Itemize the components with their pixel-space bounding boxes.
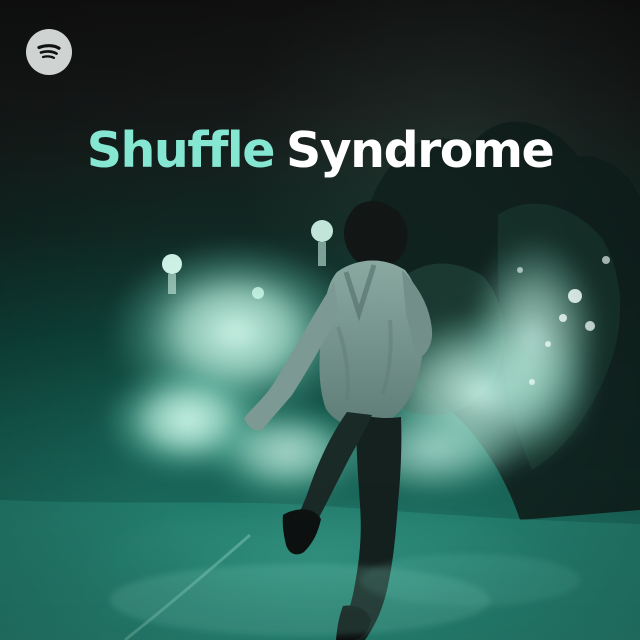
playlist-title-word-1: Shuffle bbox=[86, 122, 276, 179]
playlist-title-word-2: Syndrome bbox=[285, 122, 555, 179]
night-street-photo bbox=[0, 121, 640, 640]
spotify-logo-icon bbox=[26, 29, 72, 75]
playlist-cover: Shuffle Syndrome bbox=[0, 0, 640, 640]
playlist-title: Shuffle Syndrome bbox=[0, 126, 640, 175]
